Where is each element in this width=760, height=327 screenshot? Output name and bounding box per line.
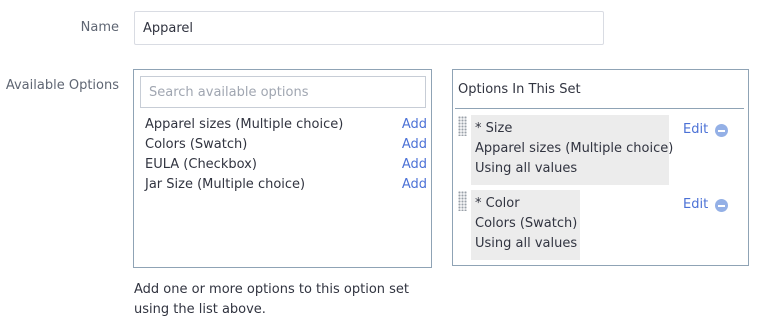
set-option-card[interactable]: * Color Colors (Swatch) Using all values	[471, 190, 580, 260]
help-text: Add one or more options to this option s…	[134, 282, 410, 317]
edit-link[interactable]: Edit	[683, 120, 708, 140]
add-link[interactable]: Add	[402, 155, 427, 175]
list-item: Apparel sizes (Multiple choice) Add	[145, 115, 427, 135]
name-label: Name	[80, 20, 119, 35]
add-link[interactable]: Add	[402, 175, 427, 195]
set-option-label: * Color	[475, 196, 520, 211]
option-name: Apparel sizes (Multiple choice)	[145, 117, 344, 132]
option-name: EULA (Checkbox)	[145, 157, 257, 172]
available-options-label: Available Options	[5, 78, 119, 93]
list-item: Jar Size (Multiple choice) Add	[145, 175, 427, 195]
list-item: EULA (Checkbox) Add	[145, 155, 427, 175]
set-option-card[interactable]: * Size Apparel sizes (Multiple choice) U…	[471, 115, 674, 185]
option-name: Colors (Swatch)	[145, 137, 248, 152]
list-item: Colors (Swatch) Add	[145, 135, 427, 155]
set-option-source: Colors (Swatch)	[475, 216, 578, 231]
drag-handle-icon[interactable]	[458, 191, 467, 211]
set-option-values: Using all values	[475, 236, 578, 251]
set-option-values: Using all values	[475, 161, 578, 176]
minus-circle-icon[interactable]	[715, 124, 728, 137]
options-in-set-title: Options In This Set	[458, 82, 581, 97]
divider	[455, 108, 744, 109]
set-option-label: * Size	[475, 121, 513, 136]
add-link[interactable]: Add	[402, 115, 427, 135]
edit-link[interactable]: Edit	[683, 195, 708, 215]
name-input[interactable]	[134, 11, 604, 45]
search-options-input[interactable]	[140, 76, 426, 108]
drag-handle-icon[interactable]	[458, 116, 467, 136]
minus-circle-icon[interactable]	[715, 199, 728, 212]
options-in-set-panel: Options In This Set * Size Apparel sizes…	[452, 69, 749, 266]
available-options-panel: Apparel sizes (Multiple choice) Add Colo…	[133, 69, 432, 268]
set-option-source: Apparel sizes (Multiple choice)	[475, 141, 674, 156]
option-name: Jar Size (Multiple choice)	[145, 177, 306, 192]
add-link[interactable]: Add	[402, 135, 427, 155]
